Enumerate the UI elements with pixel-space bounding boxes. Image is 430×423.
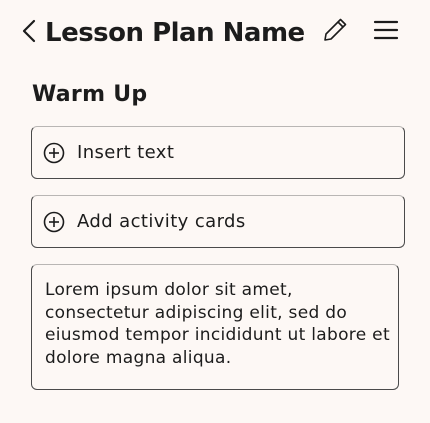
insert-text-label: Insert text — [77, 142, 175, 163]
insert-text-button[interactable]: Insert text — [31, 126, 405, 179]
text-block-card[interactable]: Lorem ipsum dolor sit amet, consectetur … — [31, 264, 399, 390]
section-title: Warm Up — [32, 82, 148, 107]
back-button[interactable] — [18, 19, 40, 47]
hamburger-menu-icon — [373, 19, 399, 45]
add-activity-cards-label: Add activity cards — [77, 211, 246, 232]
pencil-icon — [321, 16, 349, 48]
chevron-left-icon — [22, 19, 36, 47]
edit-title-button[interactable] — [320, 17, 350, 47]
menu-button[interactable] — [372, 19, 400, 45]
app-header: Lesson Plan Name — [0, 0, 430, 64]
plus-circle-icon — [43, 142, 65, 164]
add-activity-cards-button[interactable]: Add activity cards — [31, 195, 405, 248]
text-block-content[interactable]: Lorem ipsum dolor sit amet, consectetur … — [45, 279, 390, 369]
page-title: Lesson Plan Name — [45, 18, 305, 48]
plus-circle-icon — [43, 211, 65, 233]
lesson-plan-screen: Lesson Plan Name Warm Up Insert text Add… — [0, 0, 430, 423]
